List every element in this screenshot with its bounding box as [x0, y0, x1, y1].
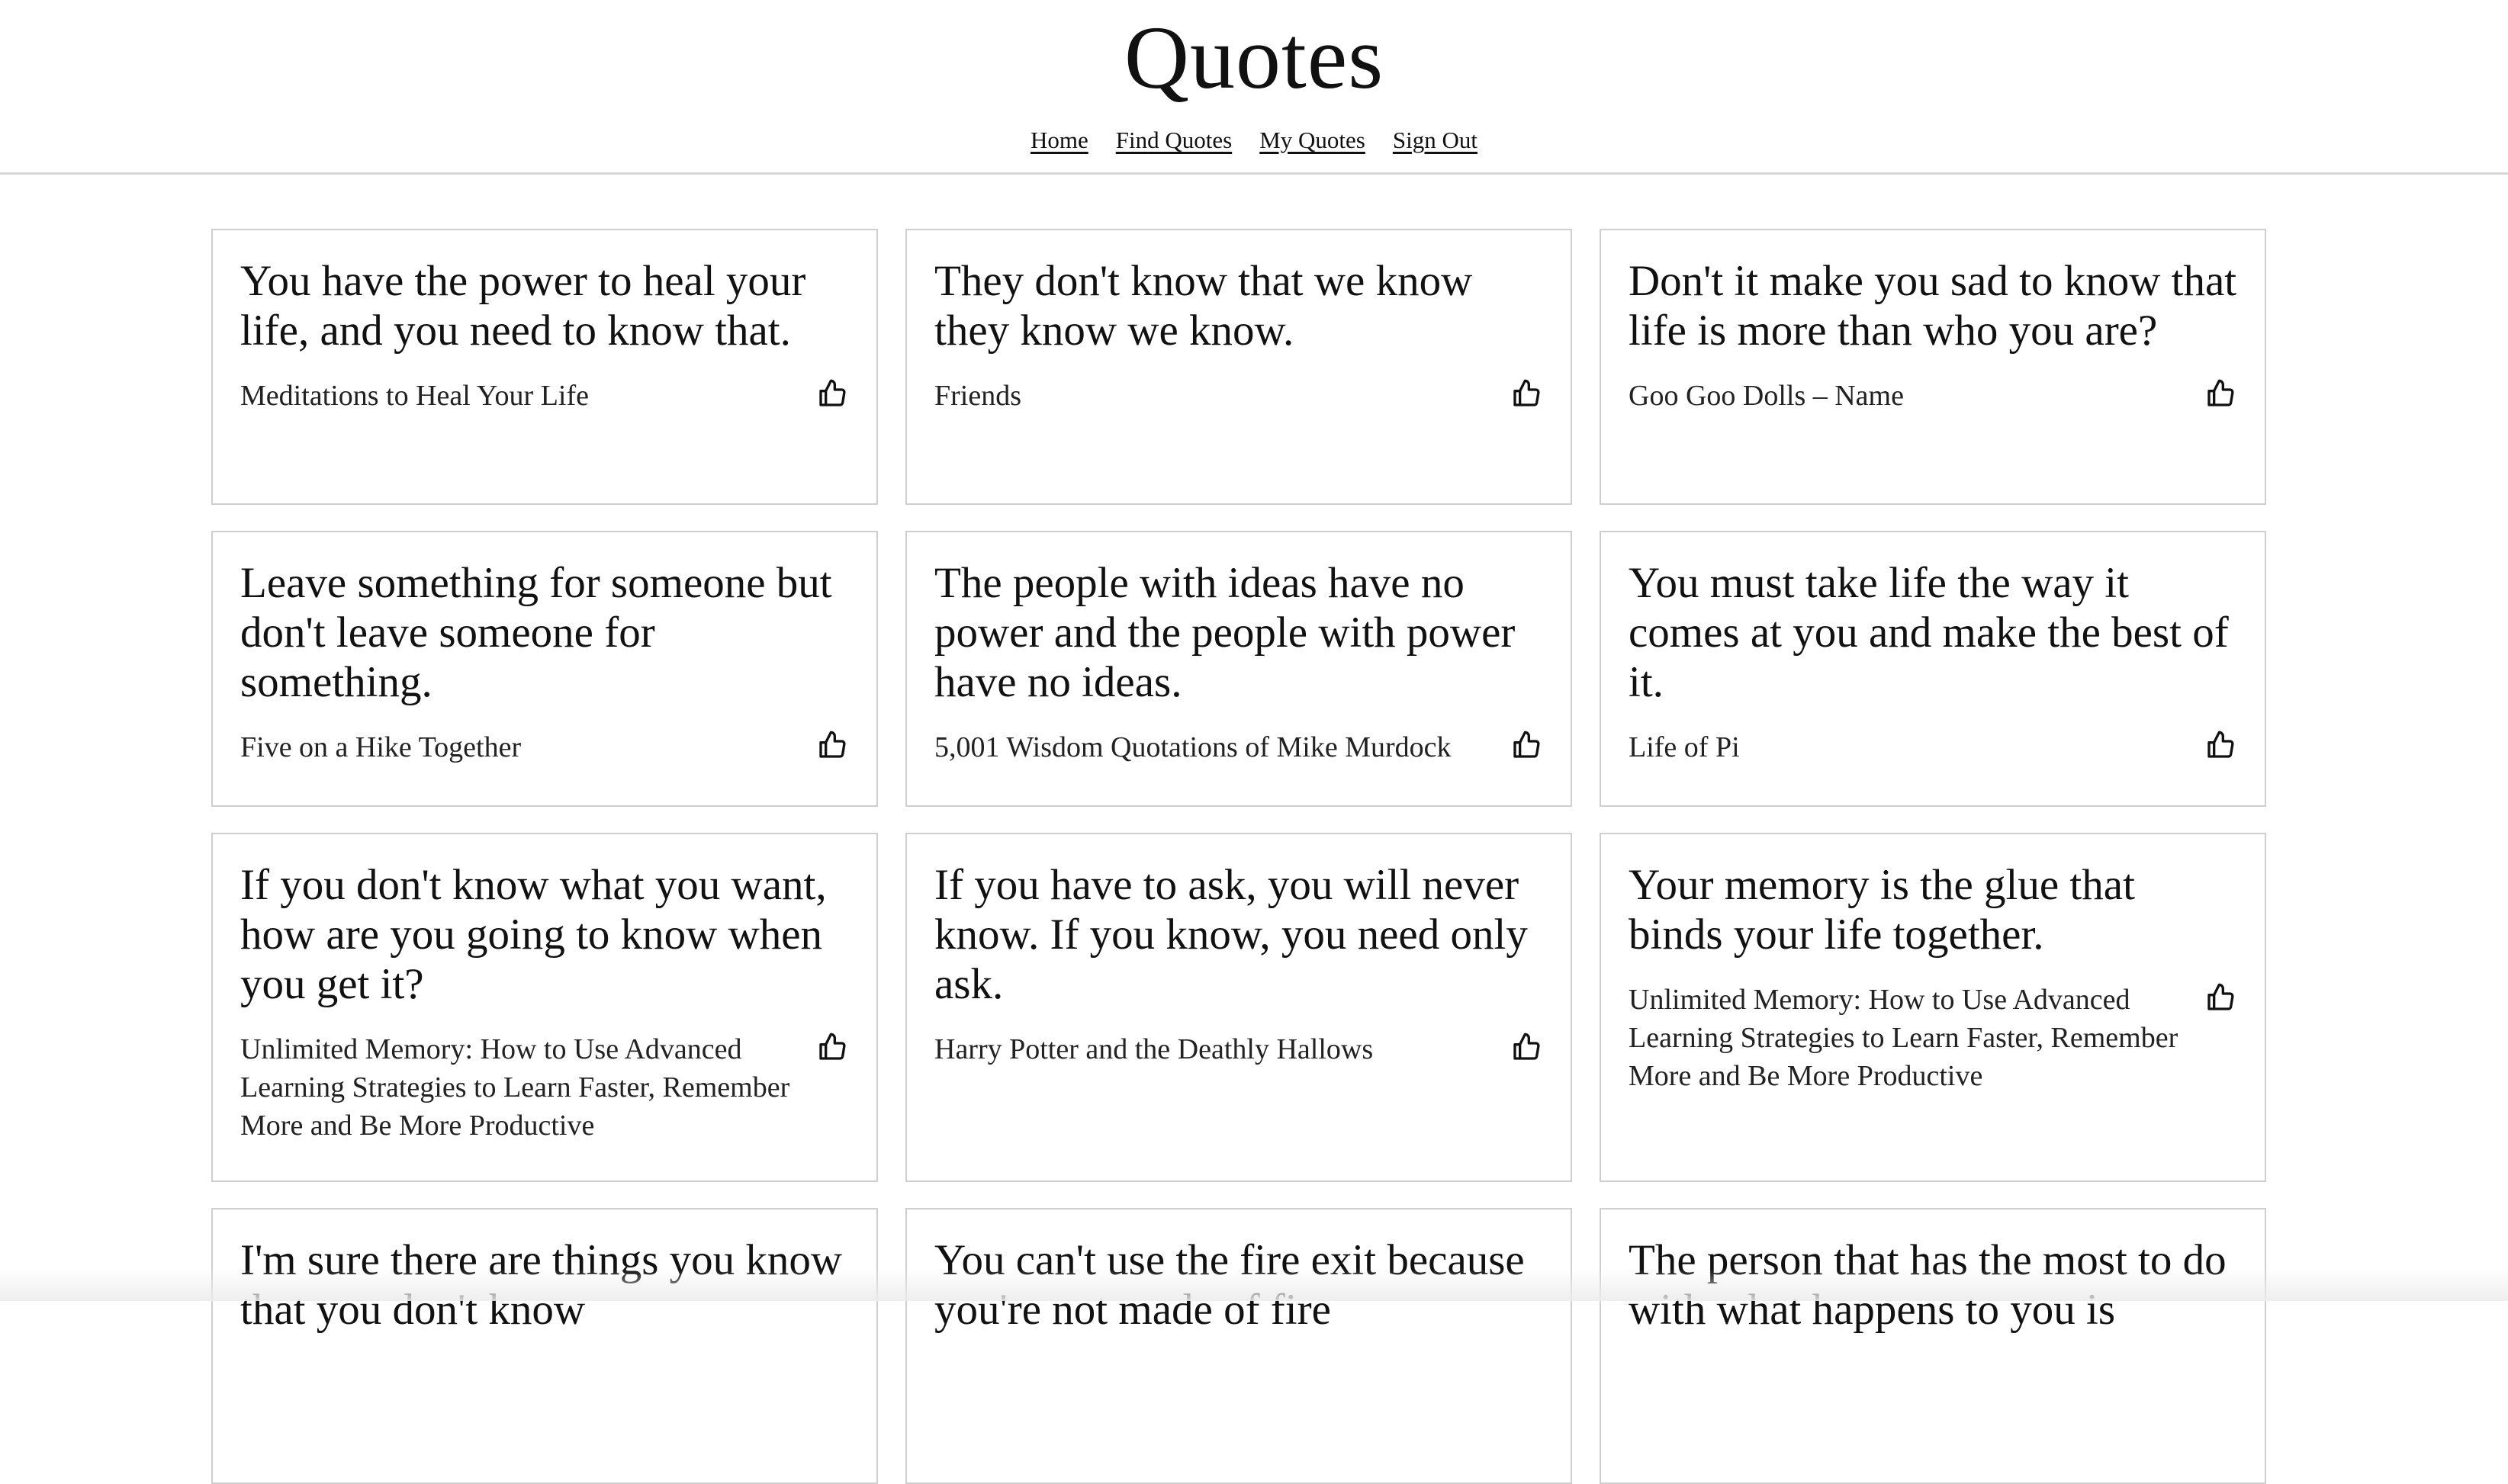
like-button[interactable] — [1510, 377, 1543, 410]
nav-link-home[interactable]: Home — [1031, 124, 1088, 157]
quote-footer: Friends — [934, 375, 1543, 415]
like-button[interactable] — [2204, 981, 2237, 1014]
thumbs-up-icon — [2207, 731, 2234, 758]
quote-card: If you have to ask, you will never know.… — [905, 833, 1572, 1182]
quote-text: Your memory is the glue that binds your … — [1629, 861, 2135, 959]
site-header: Quotes Home Find Quotes My Quotes Sign O… — [0, 0, 2508, 175]
quote-card: The people with ideas have no power and … — [905, 531, 1572, 807]
quote-text: If you don't know what you want, how are… — [240, 861, 827, 1008]
quote-text: Don't it make you sad to know that life … — [1629, 257, 2237, 355]
quote-footer: Unlimited Memory: How to Use Advanced Le… — [240, 1029, 849, 1145]
quote-card: You must take life the way it comes at y… — [1600, 531, 2266, 807]
thumbs-up-icon — [2207, 379, 2234, 406]
quote-footer: Harry Potter and the Deathly Hallows — [934, 1029, 1543, 1068]
quote-source: Life of Pi — [1629, 731, 1740, 763]
nav-link-find-quotes[interactable]: Find Quotes — [1116, 124, 1232, 157]
quote-card: They don't know that we know they know w… — [905, 229, 1572, 505]
nav-link-my-quotes[interactable]: My Quotes — [1259, 124, 1365, 157]
like-button[interactable] — [2204, 377, 2237, 410]
quote-card: Don't it make you sad to know that life … — [1600, 229, 2266, 505]
quote-source: Meditations to Heal Your Life — [240, 380, 590, 412]
quote-source: Unlimited Memory: How to Use Advanced Le… — [240, 1033, 790, 1142]
quote-text: They don't know that we know they know w… — [934, 257, 1473, 355]
main-nav: Home Find Quotes My Quotes Sign Out — [0, 124, 2508, 157]
quote-source: 5,001 Wisdom Quotations of Mike Murdock — [934, 731, 1452, 763]
like-button[interactable] — [815, 1030, 849, 1064]
quote-text: You can't use the fire exit because you'… — [934, 1236, 1525, 1334]
quote-text: You must take life the way it comes at y… — [1629, 559, 2229, 706]
like-button[interactable] — [815, 728, 849, 762]
like-button[interactable] — [1510, 728, 1543, 762]
page-title: Quotes — [1124, 8, 1384, 108]
quote-source: Friends — [934, 380, 1021, 412]
quote-footer: Five on a Hike Together — [240, 727, 849, 766]
like-button[interactable] — [2204, 728, 2237, 762]
quote-footer: Meditations to Heal Your Life — [240, 375, 849, 415]
quote-text: I'm sure there are things you know that … — [240, 1236, 843, 1334]
quote-text: Leave something for someone but don't le… — [240, 559, 832, 706]
quote-card: If you don't know what you want, how are… — [211, 833, 878, 1182]
quote-card: Leave something for someone but don't le… — [211, 531, 878, 807]
thumbs-up-icon — [819, 379, 846, 406]
quote-card: You have the power to heal your life, an… — [211, 229, 878, 505]
thumbs-up-icon — [819, 1033, 846, 1060]
quote-source: Harry Potter and the Deathly Hallows — [934, 1033, 1374, 1065]
thumbs-up-icon — [819, 731, 846, 758]
quote-text: You have the power to heal your life, an… — [240, 257, 806, 355]
quote-footer: 5,001 Wisdom Quotations of Mike Murdock — [934, 727, 1543, 766]
quote-footer: Goo Goo Dolls – Name — [1629, 375, 2237, 415]
thumbs-up-icon — [1513, 731, 1540, 758]
quote-card: You can't use the fire exit because you'… — [905, 1208, 1572, 1484]
like-button[interactable] — [1510, 1030, 1543, 1064]
quote-text: The people with ideas have no power and … — [934, 559, 1516, 706]
like-button[interactable] — [815, 377, 849, 410]
nav-link-sign-out[interactable]: Sign Out — [1393, 124, 1477, 157]
quote-card: I'm sure there are things you know that … — [211, 1208, 878, 1484]
quote-text: If you have to ask, you will never know.… — [934, 861, 1528, 1008]
quote-footer: Unlimited Memory: How to Use Advanced Le… — [1629, 979, 2237, 1095]
thumbs-up-icon — [2207, 983, 2234, 1010]
quote-source: Unlimited Memory: How to Use Advanced Le… — [1629, 984, 2178, 1092]
quote-source: Goo Goo Dolls – Name — [1629, 380, 1904, 412]
quote-card: The person that has the most to do with … — [1600, 1208, 2266, 1484]
thumbs-up-icon — [1513, 379, 1540, 406]
quote-text: The person that has the most to do with … — [1629, 1236, 2227, 1334]
quote-card: Your memory is the glue that binds your … — [1600, 833, 2266, 1182]
quote-source: Five on a Hike Together — [240, 731, 522, 763]
quotes-grid: You have the power to heal your life, an… — [211, 229, 2266, 1484]
quote-footer: Life of Pi — [1629, 727, 2237, 766]
thumbs-up-icon — [1513, 1033, 1540, 1060]
